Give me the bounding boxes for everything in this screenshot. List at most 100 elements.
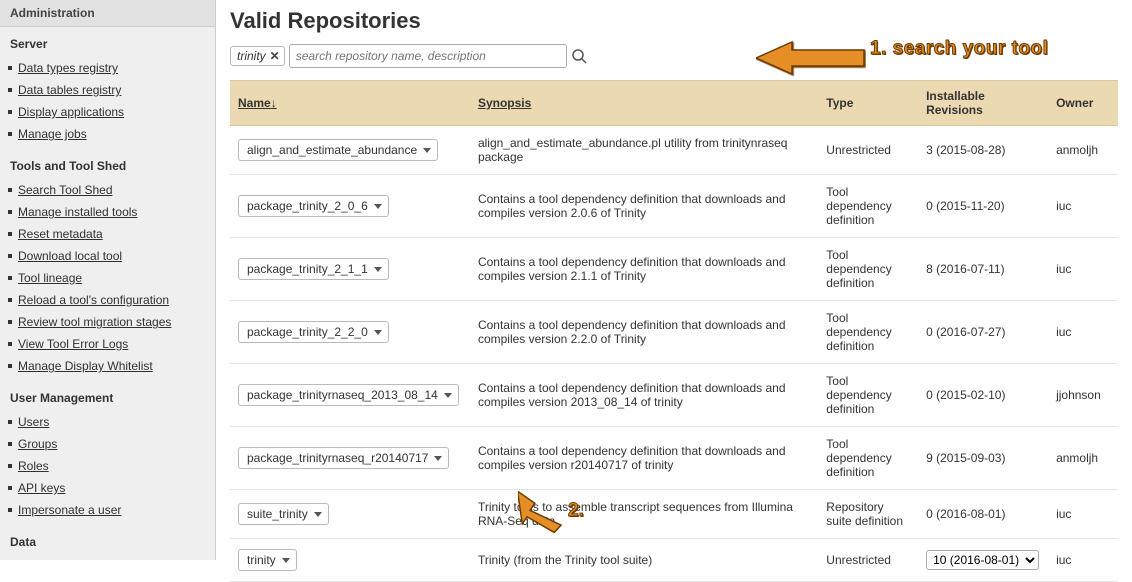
repo-revisions: 3 (2015-08-28) [918, 126, 1048, 175]
repo-owner: iuc [1048, 490, 1118, 539]
main-content: Valid Repositories trinity ✕ 1. search y… [216, 0, 1132, 560]
table-row: package_trinityrnaseq_r20140717 Contains … [230, 427, 1118, 490]
repo-name-label: package_trinityrnaseq_r20140717 [247, 451, 428, 465]
caret-down-icon [434, 454, 442, 462]
page-title: Valid Repositories [230, 8, 1118, 34]
repo-name-label: package_trinityrnaseq_2013_08_14 [247, 388, 438, 402]
table-row: package_trinity_2_0_6 Contains a tool dep… [230, 175, 1118, 238]
repo-type: Tool dependency definition [818, 238, 918, 301]
sidebar-item-search-tool-shed[interactable]: Search Tool Shed [18, 183, 113, 197]
repo-owner: anmoljh [1048, 126, 1118, 175]
repo-synopsis: Contains a tool dependency definition th… [470, 427, 818, 490]
sidebar-section-users: User Management [0, 381, 215, 409]
repo-name-label: package_trinity_2_0_6 [247, 199, 368, 213]
sidebar-item-impersonate[interactable]: Impersonate a user [18, 503, 121, 517]
sidebar-title: Administration [0, 0, 215, 27]
sidebar-item-data-types-registry[interactable]: Data types registry [18, 61, 118, 75]
repo-name-dropdown[interactable]: trinity [238, 549, 297, 571]
sidebar-section-data: Data [0, 525, 215, 553]
sidebar-item-reload-tool-config[interactable]: Reload a tool's configuration [18, 293, 169, 307]
col-header-owner: Owner [1048, 81, 1118, 126]
repo-name-dropdown[interactable]: align_and_estimate_abundance [238, 139, 438, 161]
col-header-name[interactable]: Name↓ [230, 81, 470, 126]
table-row: package_trinity_2_1_1 Contains a tool dep… [230, 238, 1118, 301]
sidebar-item-reset-metadata[interactable]: Reset metadata [18, 227, 103, 241]
repo-synopsis: align_and_estimate_abundance.pl utility … [470, 126, 818, 175]
sidebar-item-download-local-tool[interactable]: Download local tool [18, 249, 122, 263]
sidebar-section-server: Server [0, 27, 215, 55]
repo-name-dropdown[interactable]: suite_trinity [238, 503, 329, 525]
repo-name-dropdown[interactable]: package_trinityrnaseq_2013_08_14 [238, 384, 459, 406]
caret-down-icon [423, 146, 431, 154]
repo-name-dropdown[interactable]: package_trinity_2_0_6 [238, 195, 389, 217]
repo-type: Repository suite definition [818, 490, 918, 539]
annotation-text-1: 1. search your tool [870, 38, 1048, 60]
search-tag-label: trinity [237, 49, 266, 63]
repo-synopsis: Contains a tool dependency definition th… [470, 301, 818, 364]
repo-owner: iuc [1048, 539, 1118, 582]
repositories-table: Name↓ Synopsis Type Installable Revision… [230, 80, 1118, 582]
sidebar-item-data-tables-registry[interactable]: Data tables registry [18, 83, 121, 97]
table-row: package_trinity_2_2_0 Contains a tool dep… [230, 301, 1118, 364]
sidebar-item-tool-lineage[interactable]: Tool lineage [18, 271, 82, 285]
table-row: suite_trinityTrinity tools to assemble t… [230, 490, 1118, 539]
annotation-text-2: 2. [568, 500, 584, 522]
repo-owner: anmoljh [1048, 427, 1118, 490]
sidebar-item-display-applications[interactable]: Display applications [18, 105, 124, 119]
revisions-select[interactable]: 10 (2016-08-01) [926, 550, 1039, 570]
col-header-revisions: Installable Revisions [918, 81, 1048, 126]
repo-name-label: package_trinity_2_2_0 [247, 325, 368, 339]
table-row: align_and_estimate_abundance align_and_es… [230, 126, 1118, 175]
sidebar-item-review-migration[interactable]: Review tool migration stages [18, 315, 171, 329]
repo-revisions: 0 (2016-08-01) [918, 490, 1048, 539]
repo-name-dropdown[interactable]: package_trinity_2_2_0 [238, 321, 389, 343]
annotation-arrow-1 [756, 38, 866, 78]
sidebar-item-roles[interactable]: Roles [18, 459, 49, 473]
repo-type: Tool dependency definition [818, 427, 918, 490]
sidebar-item-view-error-logs[interactable]: View Tool Error Logs [18, 337, 128, 351]
repo-synopsis: Contains a tool dependency definition th… [470, 175, 818, 238]
repo-synopsis: Contains a tool dependency definition th… [470, 238, 818, 301]
sidebar-item-manage-display-whitelist[interactable]: Manage Display Whitelist [18, 359, 153, 373]
repo-name-label: trinity [247, 553, 276, 567]
repo-name-label: align_and_estimate_abundance [247, 143, 417, 157]
repo-type: Tool dependency definition [818, 364, 918, 427]
sidebar-item-api-keys[interactable]: API keys [18, 481, 65, 495]
caret-down-icon [444, 391, 452, 399]
sidebar-item-users[interactable]: Users [18, 415, 49, 429]
repo-revisions: 0 (2015-02-10) [918, 364, 1048, 427]
repo-type: Tool dependency definition [818, 175, 918, 238]
repo-type: Tool dependency definition [818, 301, 918, 364]
repo-revisions: 9 (2015-09-03) [918, 427, 1048, 490]
repo-type: Unrestricted [818, 126, 918, 175]
search-input[interactable] [289, 44, 567, 68]
repo-synopsis: Trinity (from the Trinity tool suite) [470, 539, 818, 582]
repo-name-dropdown[interactable]: package_trinityrnaseq_r20140717 [238, 447, 449, 469]
repo-owner: iuc [1048, 175, 1118, 238]
search-icon[interactable] [571, 48, 587, 64]
caret-down-icon [374, 328, 382, 336]
search-row: trinity ✕ 1. search your tool [230, 44, 1118, 68]
repo-revisions: 0 (2015-11-20) [918, 175, 1048, 238]
caret-down-icon [282, 556, 290, 564]
repo-name-dropdown[interactable]: package_trinity_2_1_1 [238, 258, 389, 280]
sidebar-item-groups[interactable]: Groups [18, 437, 57, 451]
col-header-type: Type [818, 81, 918, 126]
col-header-synopsis[interactable]: Synopsis [470, 81, 818, 126]
annotation-arrow-2 [518, 484, 568, 534]
table-row: trinity Trinity (from the Trinity tool su… [230, 539, 1118, 582]
sidebar-section-tools: Tools and Tool Shed [0, 149, 215, 177]
caret-down-icon [314, 510, 322, 518]
sidebar-item-manage-installed-tools[interactable]: Manage installed tools [18, 205, 137, 219]
repo-owner: iuc [1048, 301, 1118, 364]
sidebar-item-manage-jobs[interactable]: Manage jobs [18, 127, 87, 141]
close-icon[interactable]: ✕ [270, 49, 280, 63]
repo-name-label: package_trinity_2_1_1 [247, 262, 368, 276]
repo-type: Unrestricted [818, 539, 918, 582]
search-tag[interactable]: trinity ✕ [230, 46, 285, 66]
repo-revisions: 8 (2016-07-11) [918, 238, 1048, 301]
caret-down-icon [374, 202, 382, 210]
table-row: package_trinityrnaseq_2013_08_14 Contains… [230, 364, 1118, 427]
repo-synopsis: Contains a tool dependency definition th… [470, 364, 818, 427]
repo-name-label: suite_trinity [247, 507, 308, 521]
